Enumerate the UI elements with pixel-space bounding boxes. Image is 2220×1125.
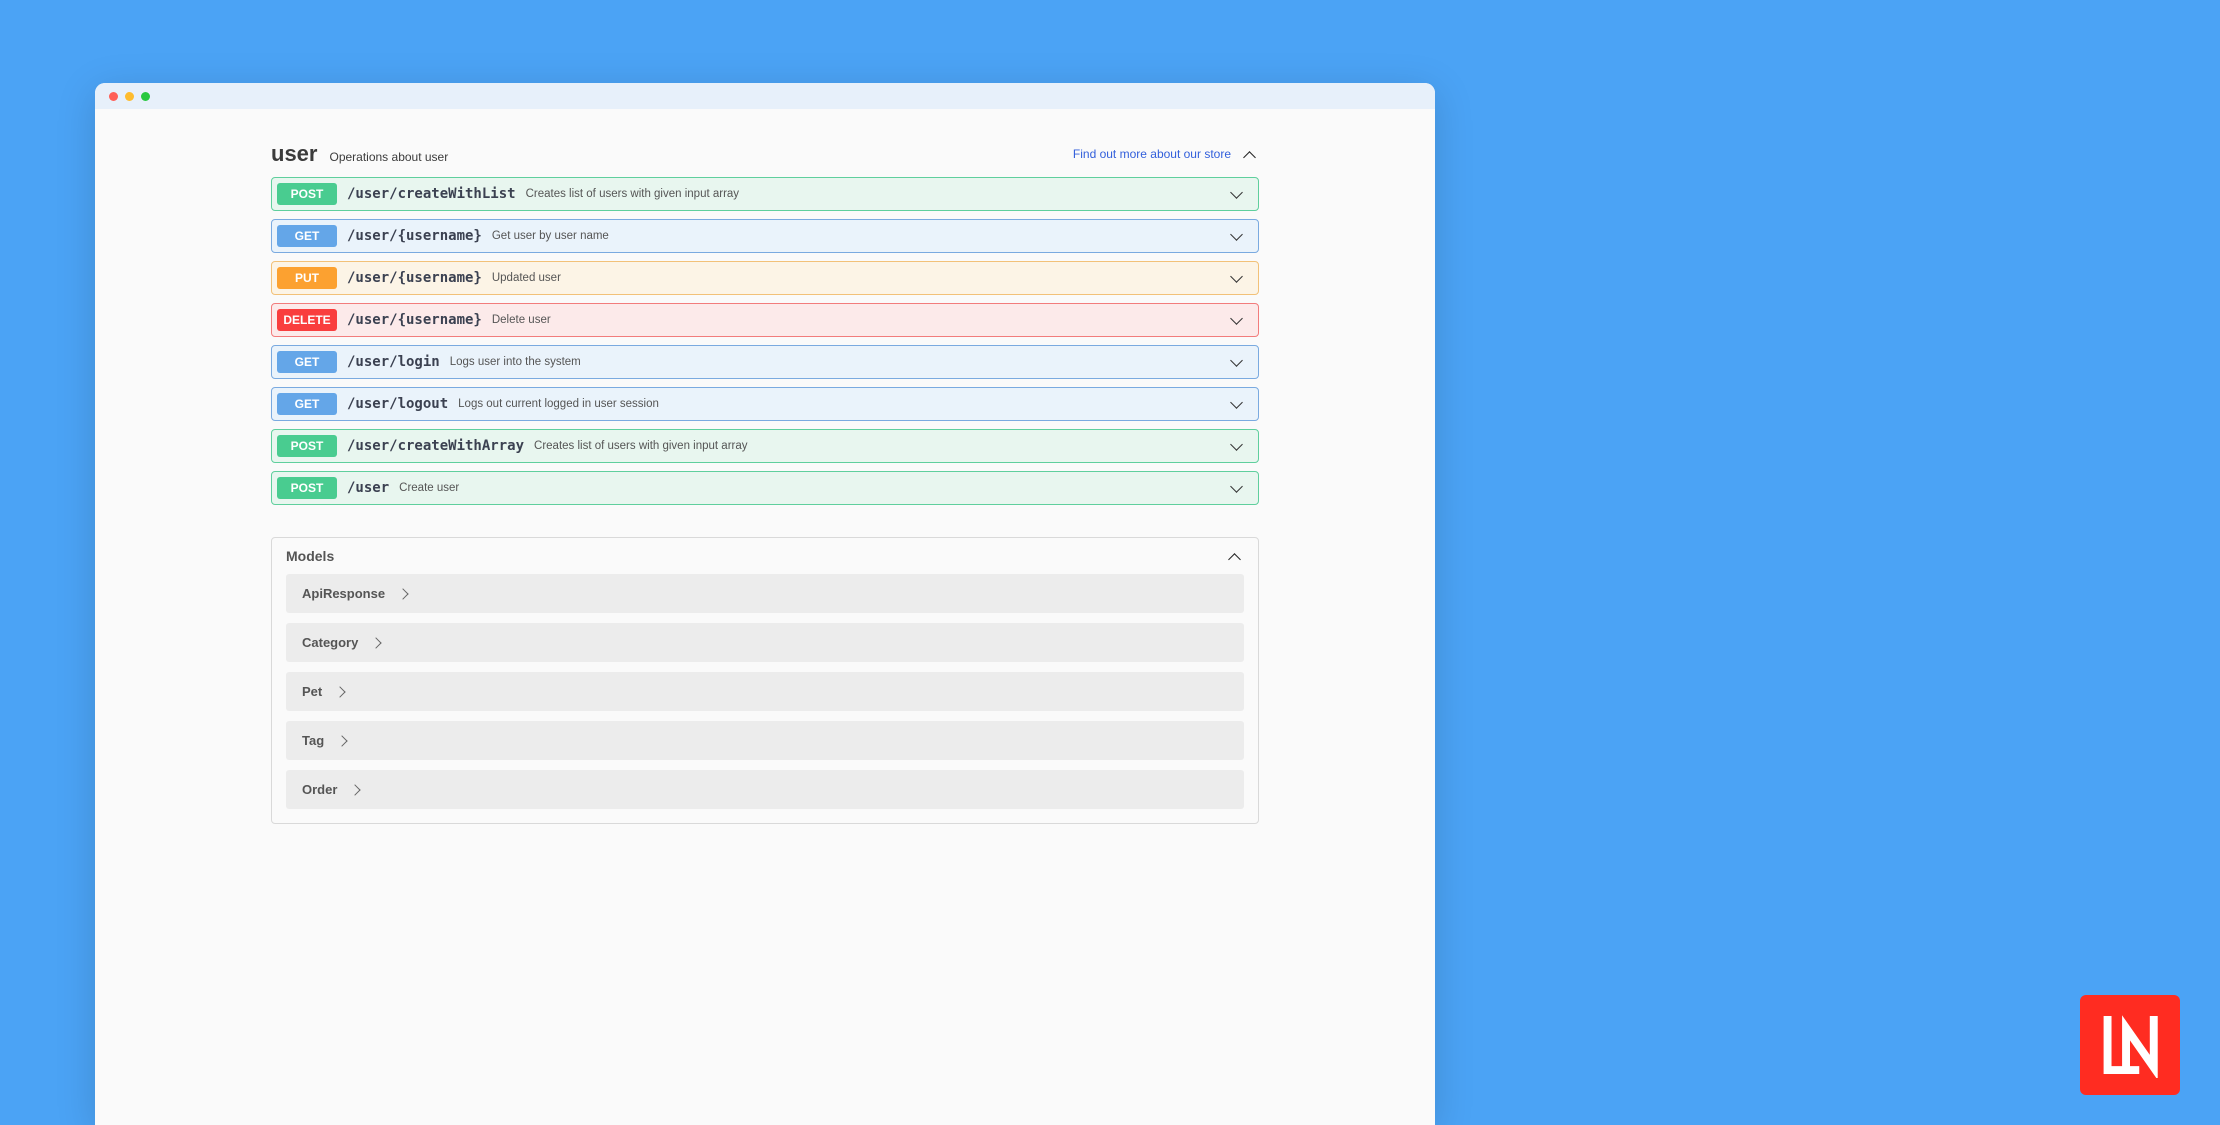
method-badge: POST bbox=[277, 477, 337, 499]
swagger-content: user Operations about user Find out more… bbox=[95, 109, 1435, 824]
model-name: Tag bbox=[302, 733, 324, 748]
operation-row[interactable]: POST/user/createWithArray Creates list of… bbox=[271, 429, 1259, 463]
operation-row[interactable]: GET/user/{username} Get user by user name bbox=[271, 219, 1259, 253]
method-badge: GET bbox=[277, 351, 337, 373]
chevron-right-icon[interactable] bbox=[350, 784, 361, 795]
operation-summary: Delete user bbox=[492, 314, 1226, 326]
operation-summary: Logs out current logged in user session bbox=[458, 398, 1226, 410]
operation-row[interactable]: POST/user/createWithList Creates list of … bbox=[271, 177, 1259, 211]
operation-path: /user/logout bbox=[347, 396, 448, 412]
operation-path: /user/createWithArray bbox=[347, 438, 524, 454]
operations-list: POST/user/createWithList Creates list of … bbox=[271, 177, 1259, 505]
operation-path: /user/login bbox=[347, 354, 440, 370]
models-list: ApiResponse Category Pet Tag Order bbox=[272, 574, 1258, 823]
method-badge: GET bbox=[277, 225, 337, 247]
model-name: Pet bbox=[302, 684, 322, 699]
chevron-right-icon[interactable] bbox=[335, 686, 346, 697]
operation-summary: Logs user into the system bbox=[450, 356, 1226, 368]
operation-row[interactable]: POST/user Create user bbox=[271, 471, 1259, 505]
operation-summary: Creates list of users with given input a… bbox=[534, 440, 1226, 452]
operation-path: /user/{username} bbox=[347, 270, 482, 286]
method-badge: POST bbox=[277, 435, 337, 457]
chevron-down-icon[interactable] bbox=[1226, 310, 1246, 330]
operation-path: /user/{username} bbox=[347, 312, 482, 328]
operation-row[interactable]: GET/user/login Logs user into the system bbox=[271, 345, 1259, 379]
operation-path: /user bbox=[347, 480, 389, 496]
window-minimize-button[interactable] bbox=[125, 92, 134, 101]
chevron-down-icon[interactable] bbox=[1226, 226, 1246, 246]
models-section: Models ApiResponse Category Pet Tag Order bbox=[271, 537, 1259, 824]
chevron-down-icon[interactable] bbox=[1226, 268, 1246, 288]
ln-logo-badge bbox=[2080, 995, 2180, 1095]
chevron-down-icon[interactable] bbox=[1226, 352, 1246, 372]
model-row[interactable]: Category bbox=[286, 623, 1244, 662]
browser-window: user Operations about user Find out more… bbox=[95, 83, 1435, 1125]
chevron-down-icon[interactable] bbox=[1226, 394, 1246, 414]
model-row[interactable]: Pet bbox=[286, 672, 1244, 711]
chevron-down-icon[interactable] bbox=[1226, 478, 1246, 498]
operation-summary: Creates list of users with given input a… bbox=[526, 188, 1226, 200]
tag-description: Operations about user bbox=[329, 150, 448, 164]
method-badge: DELETE bbox=[277, 309, 337, 331]
models-header[interactable]: Models bbox=[272, 538, 1258, 574]
model-name: Category bbox=[302, 635, 358, 650]
method-badge: POST bbox=[277, 183, 337, 205]
operation-path: /user/{username} bbox=[347, 228, 482, 244]
ln-logo-icon bbox=[2097, 1012, 2163, 1078]
operation-path: /user/createWithList bbox=[347, 186, 516, 202]
tag-header[interactable]: user Operations about user Find out more… bbox=[271, 133, 1259, 177]
window-maximize-button[interactable] bbox=[141, 92, 150, 101]
operation-summary: Updated user bbox=[492, 272, 1226, 284]
tag-name: user bbox=[271, 141, 317, 167]
model-name: ApiResponse bbox=[302, 586, 385, 601]
chevron-down-icon[interactable] bbox=[1226, 436, 1246, 456]
model-row[interactable]: ApiResponse bbox=[286, 574, 1244, 613]
model-row[interactable]: Tag bbox=[286, 721, 1244, 760]
operation-row[interactable]: PUT/user/{username} Updated user bbox=[271, 261, 1259, 295]
model-row[interactable]: Order bbox=[286, 770, 1244, 809]
method-badge: PUT bbox=[277, 267, 337, 289]
external-docs-link[interactable]: Find out more about our store bbox=[1073, 147, 1231, 161]
chevron-right-icon[interactable] bbox=[336, 735, 347, 746]
chevron-right-icon[interactable] bbox=[397, 588, 408, 599]
method-badge: GET bbox=[277, 393, 337, 415]
chevron-down-icon[interactable] bbox=[1226, 184, 1246, 204]
tag-header-right: Find out more about our store bbox=[1073, 147, 1259, 161]
chevron-up-icon[interactable] bbox=[1230, 549, 1244, 563]
model-name: Order bbox=[302, 782, 337, 797]
operation-summary: Get user by user name bbox=[492, 230, 1226, 242]
operation-row[interactable]: GET/user/logout Logs out current logged i… bbox=[271, 387, 1259, 421]
models-title: Models bbox=[286, 548, 334, 564]
tag-header-left: user Operations about user bbox=[271, 141, 448, 167]
chevron-up-icon[interactable] bbox=[1245, 147, 1259, 161]
operation-summary: Create user bbox=[399, 482, 1226, 494]
chevron-right-icon[interactable] bbox=[371, 637, 382, 648]
operation-row[interactable]: DELETE/user/{username} Delete user bbox=[271, 303, 1259, 337]
window-close-button[interactable] bbox=[109, 92, 118, 101]
window-titlebar bbox=[95, 83, 1435, 109]
